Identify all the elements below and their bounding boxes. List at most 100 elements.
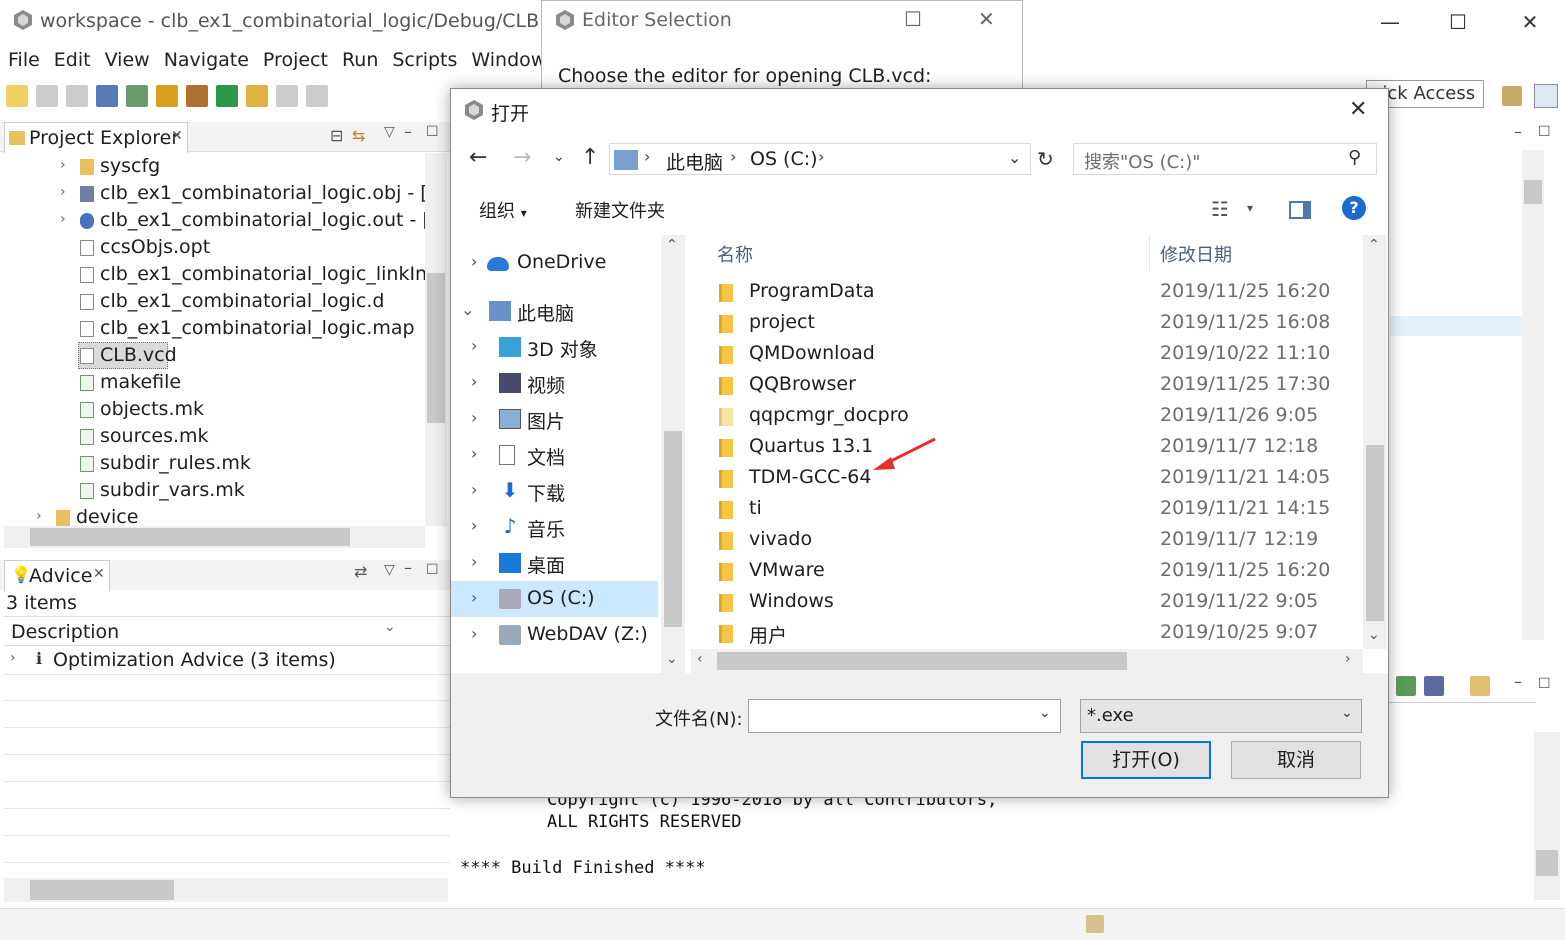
file-row[interactable]: ProgramData 2019/11/25 16:20: [691, 277, 1351, 308]
forward-arrow-icon[interactable]: →: [513, 145, 531, 170]
collapse-all-icon[interactable]: ⊟: [330, 126, 343, 145]
terminal-icon[interactable]: [96, 85, 118, 107]
minimize-view-icon[interactable]: –: [1514, 122, 1522, 141]
tree-item-syscfg[interactable]: › syscfg: [0, 153, 425, 180]
menu-view[interactable]: View: [105, 49, 150, 71]
maximize-view-icon[interactable]: ☐: [1538, 676, 1551, 692]
scroll-down-icon[interactable]: ⌄: [666, 651, 678, 667]
display-console-icon[interactable]: [1424, 676, 1444, 696]
maximize-view-icon[interactable]: ☐: [426, 562, 439, 578]
new-icon[interactable]: [6, 85, 28, 107]
console-vertical-scrollbar[interactable]: [1534, 732, 1560, 900]
tree-item-clb-vcd[interactable]: CLB.vcd: [0, 342, 425, 369]
advice-row[interactable]: › ℹ Optimization Advice (3 items): [4, 646, 450, 674]
organize-button[interactable]: 组织 ▾: [479, 197, 527, 223]
date-column-header[interactable]: 修改日期: [1160, 241, 1232, 267]
address-dropdown-icon[interactable]: ⌄: [1008, 148, 1021, 167]
filename-input[interactable]: ⌄: [748, 699, 1061, 733]
menu-scripts[interactable]: Scripts: [392, 49, 457, 71]
expand-arrow-icon[interactable]: ›: [471, 624, 477, 643]
maximize-button[interactable]: ☐: [1438, 8, 1478, 36]
view-dropdown-icon[interactable]: ▾: [1247, 201, 1253, 215]
tree-item-device[interactable]: › device: [0, 504, 425, 526]
tree-item-ccsobjs[interactable]: ccsObjs.opt: [0, 234, 425, 261]
file-row[interactable]: Quartus 13.1 2019/11/7 12:18: [691, 432, 1351, 463]
file-row[interactable]: QQBrowser 2019/11/25 17:30: [691, 370, 1351, 401]
close-button[interactable]: ✕: [978, 7, 995, 31]
outline-selected-row[interactable]: [1390, 316, 1522, 336]
back-arrow-icon[interactable]: ←: [469, 145, 487, 170]
expand-arrow-icon[interactable]: ›: [10, 650, 16, 666]
menu-run[interactable]: Run: [342, 49, 378, 71]
maximize-button[interactable]: ☐: [904, 7, 922, 31]
nav-item-music[interactable]: › ♪ 音乐: [451, 509, 658, 545]
search-input[interactable]: 搜索"OS (C:)" ⚲: [1073, 143, 1377, 175]
close-button[interactable]: ✕: [1510, 8, 1550, 36]
scroll-left-icon[interactable]: ‹: [697, 651, 703, 667]
console-pin-icon[interactable]: [1396, 676, 1416, 696]
file-row[interactable]: vivado 2019/11/7 12:19: [691, 525, 1351, 556]
pe-vertical-scrollbar[interactable]: [425, 153, 447, 526]
file-row[interactable]: Windows 2019/11/22 9:05: [691, 587, 1351, 618]
tree-item-sources-mk[interactable]: sources.mk: [0, 423, 425, 450]
nav-item-webdav[interactable]: › WebDAV (Z:): [451, 617, 658, 653]
flash-icon[interactable]: [156, 85, 178, 107]
scroll-down-icon[interactable]: ⌄: [1368, 627, 1380, 643]
expand-arrow-icon[interactable]: ›: [471, 444, 477, 463]
tree-item-subdir-rules[interactable]: subdir_rules.mk: [0, 450, 425, 477]
collapse-icon[interactable]: ⇄: [354, 562, 367, 581]
debug-icon[interactable]: [126, 85, 148, 107]
save-all-icon[interactable]: [66, 85, 88, 107]
back-icon[interactable]: [306, 85, 328, 107]
maximize-view-icon[interactable]: ☐: [1538, 124, 1551, 140]
file-row[interactable]: QMDownload 2019/10/22 11:10: [691, 339, 1351, 370]
open-perspective-icon[interactable]: [1502, 86, 1522, 106]
nav-item-desktop[interactable]: › 桌面: [451, 545, 658, 581]
scroll-right-icon[interactable]: ›: [1345, 651, 1351, 667]
file-row[interactable]: ti 2019/11/21 14:15: [691, 494, 1351, 525]
nav-item-pictures[interactable]: › 图片: [451, 401, 658, 437]
filename-dropdown-icon[interactable]: ⌄: [1039, 705, 1051, 721]
advice-column-header[interactable]: Description ⌄: [4, 616, 450, 646]
view-options-icon[interactable]: ☷: [1211, 197, 1229, 221]
advice-horizontal-scrollbar[interactable]: [4, 878, 448, 902]
file-row[interactable]: 用户 2019/10/25 9:07: [691, 618, 1351, 649]
expand-arrow-icon[interactable]: ›: [471, 552, 477, 571]
tree-item-d-file[interactable]: clb_ex1_combinatorial_logic.d: [0, 288, 425, 315]
close-tab-icon[interactable]: ✕: [93, 566, 105, 582]
scroll-thumb[interactable]: [664, 431, 682, 627]
file-row[interactable]: VMware 2019/11/25 16:20: [691, 556, 1351, 587]
file-list-horizontal-scrollbar[interactable]: ‹ ›: [691, 649, 1363, 673]
expand-arrow-icon[interactable]: ›: [471, 516, 477, 535]
expand-arrow-icon[interactable]: ›: [36, 508, 42, 524]
tree-item-map[interactable]: clb_ex1_combinatorial_logic.map: [0, 315, 425, 342]
nav-item-onedrive[interactable]: › OneDrive: [451, 245, 658, 281]
expand-arrow-icon[interactable]: ›: [60, 157, 66, 173]
nav-item-this-pc[interactable]: ⌄ 此电脑: [451, 293, 658, 329]
recent-dropdown-icon[interactable]: ⌄: [553, 149, 565, 165]
nav-item-3d-objects[interactable]: › 3D 对象: [451, 329, 658, 365]
file-type-select[interactable]: *.exe ⌄: [1080, 699, 1362, 733]
view-menu-icon[interactable]: ▽: [384, 124, 395, 140]
collapse-arrow-icon[interactable]: ⌄: [461, 300, 474, 319]
scroll-thumb[interactable]: [1536, 850, 1558, 876]
open-button[interactable]: 打开(O): [1081, 741, 1211, 779]
expand-arrow-icon[interactable]: ›: [471, 408, 477, 427]
advice-tab[interactable]: 💡 Advice ✕: [4, 560, 110, 592]
file-type-dropdown-icon[interactable]: ⌄: [1341, 705, 1353, 721]
search-icon[interactable]: ⚲: [1348, 147, 1361, 168]
tree-item-obj[interactable]: › clb_ex1_combinatorial_logic.obj - [C2: [0, 180, 425, 207]
menu-edit[interactable]: Edit: [54, 49, 91, 71]
save-icon[interactable]: [36, 85, 58, 107]
nav-item-os-c[interactable]: › OS (C:): [451, 581, 658, 617]
menu-project[interactable]: Project: [263, 49, 328, 71]
file-row[interactable]: qqpcmgr_docpro 2019/11/26 9:05: [691, 401, 1351, 432]
scroll-thumb[interactable]: [1366, 445, 1384, 621]
nav-item-documents[interactable]: › 文档: [451, 437, 658, 473]
refresh-icon[interactable]: ↻: [1037, 147, 1054, 171]
breadcrumb-this-pc[interactable]: 此电脑: [666, 148, 723, 175]
file-list-vertical-scrollbar[interactable]: ⌃ ⌄: [1363, 235, 1387, 649]
minimize-view-icon[interactable]: –: [404, 122, 412, 141]
maximize-view-icon[interactable]: ☐: [426, 124, 439, 140]
open-console-icon[interactable]: [1470, 676, 1490, 696]
